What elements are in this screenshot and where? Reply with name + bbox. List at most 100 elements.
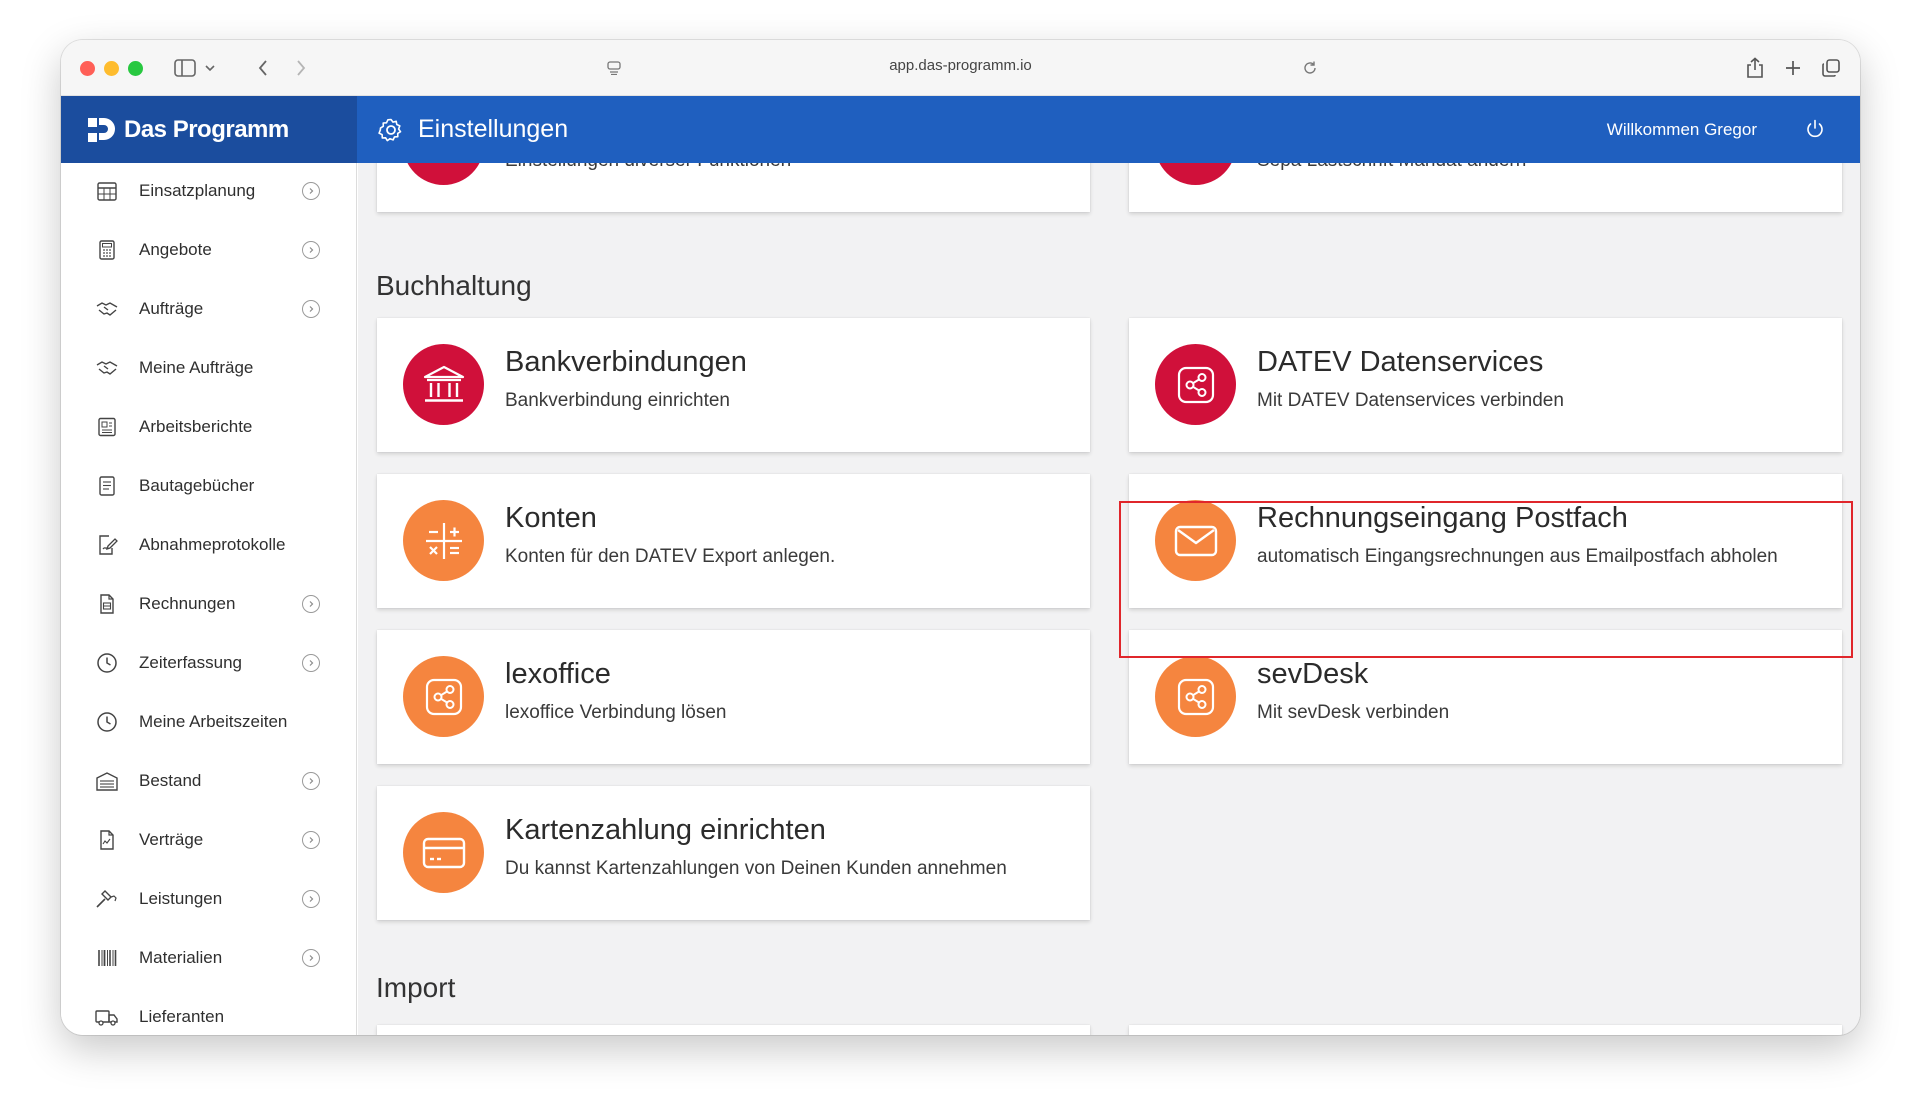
card-subtitle: Mit sevDesk verbinden (1257, 702, 1450, 723)
calendar-grid-icon (94, 178, 120, 204)
page-title-text: Einstellungen (418, 115, 569, 143)
sidebar-item-meine-auftraege[interactable]: Meine Aufträge (61, 338, 356, 397)
sidebar-item-label: Meine Aufträge (139, 357, 254, 377)
share-icon[interactable] (1741, 54, 1769, 82)
settings-card-top-left[interactable]: Einstellungen diverser Funktionen (377, 163, 1090, 212)
card-subtitle: Mit DATEV Datenservices verbinden (1257, 390, 1564, 411)
sidebar-item-lieferanten[interactable]: Lieferanten (61, 987, 356, 1035)
new-tab-icon[interactable] (1779, 54, 1807, 82)
card-subtitle: Sepa Lastschrift Mandat ändern (1257, 163, 1526, 172)
card-subtitle: Bankverbindung einrichten (505, 390, 730, 411)
browser-toolbar: app.das-programm.io (61, 40, 1860, 96)
logo[interactable]: Das Programm (61, 96, 357, 163)
notebook-icon (94, 473, 120, 499)
sidebar-item-abnahmeprotokolle[interactable]: Abnahmeprotokolle (61, 515, 356, 574)
chevron-right-icon[interactable] (302, 830, 320, 849)
sidebar-item-leistungen[interactable]: Leistungen (61, 869, 356, 928)
clock-icon (94, 650, 120, 676)
sidebar-item-auftraege[interactable]: Aufträge (61, 279, 356, 338)
truck-icon (94, 1004, 120, 1030)
card-konten[interactable]: Konten Konten für den DATEV Export anleg… (377, 474, 1090, 608)
sidebar-item-label: Arbeitsberichte (139, 416, 253, 436)
card-subtitle: Du kannst Kartenzahlungen von Deinen Kun… (505, 858, 1007, 879)
sidebar-item-bestand[interactable]: Bestand (61, 751, 356, 810)
sidebar-item-bautagebuecher[interactable]: Bautagebücher (61, 456, 356, 515)
chevron-right-icon[interactable] (302, 948, 320, 967)
chevron-right-icon[interactable] (302, 181, 320, 200)
page-menu-icon[interactable] (601, 54, 627, 82)
card-title: Kartenzahlung einrichten (505, 814, 826, 846)
gear-icon (378, 117, 404, 143)
tab-overview-icon[interactable] (1817, 54, 1845, 82)
calculator-icon (94, 237, 120, 263)
app-header: Das Programm Einstellungen Willkommen Gr… (61, 96, 1860, 163)
sepa-icon-circle (1155, 163, 1236, 185)
share-icon (1155, 656, 1236, 737)
clock-icon (94, 709, 120, 735)
chevron-right-icon[interactable] (302, 594, 320, 613)
page-title: Einstellungen (378, 96, 568, 163)
sidebar-item-meine-arbeitszeiten[interactable]: Meine Arbeitszeiten (61, 692, 356, 751)
warehouse-icon (94, 768, 120, 794)
credit-card-icon (403, 812, 484, 893)
sidebar-item-label: Materialien (139, 947, 223, 967)
chevron-right-icon[interactable] (302, 889, 320, 908)
minimize-window-button[interactable] (104, 61, 119, 76)
sidebar-item-zeiterfassung[interactable]: Zeiterfassung (61, 633, 356, 692)
settings-card-top-right[interactable]: Sepa Lastschrift Mandat ändern (1129, 163, 1842, 212)
chevron-right-icon[interactable] (302, 240, 320, 259)
sidebar-item-arbeitsberichte[interactable]: Arbeitsberichte (61, 397, 356, 456)
sidebar-item-label: Rechnungen (139, 593, 236, 613)
sidebar-item-angebote[interactable]: Angebote (61, 220, 356, 279)
card-title: DATEV Datenservices (1257, 346, 1544, 378)
highlight-box (1119, 501, 1853, 658)
back-icon[interactable] (248, 54, 278, 82)
card-title: Bankverbindungen (505, 346, 747, 378)
card-title: lexoffice (505, 658, 611, 690)
logo-text: Das Programm (124, 115, 289, 143)
sidebar-item-label: Einsatzplanung (139, 180, 256, 200)
address-bar[interactable]: app.das-programm.io (889, 57, 1032, 74)
contract-icon (94, 827, 120, 853)
sidebar-item-einsatzplanung[interactable]: Einsatzplanung (61, 163, 356, 220)
browser-window: app.das-programm.io Das Programm Einstel… (61, 40, 1860, 1035)
math-operations-icon (403, 500, 484, 581)
import-card-left[interactable] (377, 1025, 1090, 1035)
reload-icon[interactable] (1297, 54, 1323, 82)
sidebar: Einsatzplanung Angebote Aufträge Meine A… (61, 163, 357, 1035)
sidebar-item-label: Verträge (139, 829, 204, 849)
card-datev-datenservices[interactable]: DATEV Datenservices Mit DATEV Datenservi… (1129, 318, 1842, 452)
sidebar-item-label: Zeiterfassung (139, 652, 242, 672)
settings-icon-circle (403, 163, 484, 185)
das-programm-logo-icon (88, 117, 115, 142)
newspaper-icon (94, 414, 120, 440)
sidebar-item-label: Angebote (139, 239, 212, 259)
section-title-buchhaltung: Buchhaltung (376, 270, 532, 301)
sidebar-toggle-icon[interactable] (171, 54, 221, 82)
forward-icon[interactable] (286, 54, 316, 82)
sidebar-item-vertraege[interactable]: Verträge (61, 810, 356, 869)
sidebar-item-label: Abnahmeprotokolle (139, 534, 286, 554)
chevron-right-icon[interactable] (302, 771, 320, 790)
sidebar-item-rechnungen[interactable]: Rechnungen (61, 574, 356, 633)
handshake-icon (94, 355, 120, 381)
sidebar-item-label: Bestand (139, 770, 202, 790)
zoom-window-button[interactable] (128, 61, 143, 76)
close-window-button[interactable] (80, 61, 95, 76)
card-bankverbindungen[interactable]: Bankverbindungen Bankverbindung einricht… (377, 318, 1090, 452)
card-kartenzahlung-einrichten[interactable]: Kartenzahlung einrichten Du kannst Karte… (377, 786, 1090, 920)
card-title: Konten (505, 502, 597, 534)
sidebar-item-label: Aufträge (139, 298, 204, 318)
bank-icon (403, 344, 484, 425)
card-lexoffice[interactable]: lexoffice lexoffice Verbindung lösen (377, 630, 1090, 764)
sidebar-item-materialien[interactable]: Materialien (61, 928, 356, 987)
power-icon[interactable] (1804, 118, 1826, 145)
import-card-right[interactable] (1129, 1025, 1842, 1035)
card-subtitle: Einstellungen diverser Funktionen (505, 163, 791, 172)
sidebar-item-label: Lieferanten (139, 1006, 225, 1026)
chevron-right-icon[interactable] (302, 653, 320, 672)
share-icon (1155, 344, 1236, 425)
chevron-right-icon[interactable] (302, 299, 320, 318)
document-signature-icon (94, 532, 120, 558)
card-subtitle: Konten für den DATEV Export anlegen. (505, 546, 836, 567)
